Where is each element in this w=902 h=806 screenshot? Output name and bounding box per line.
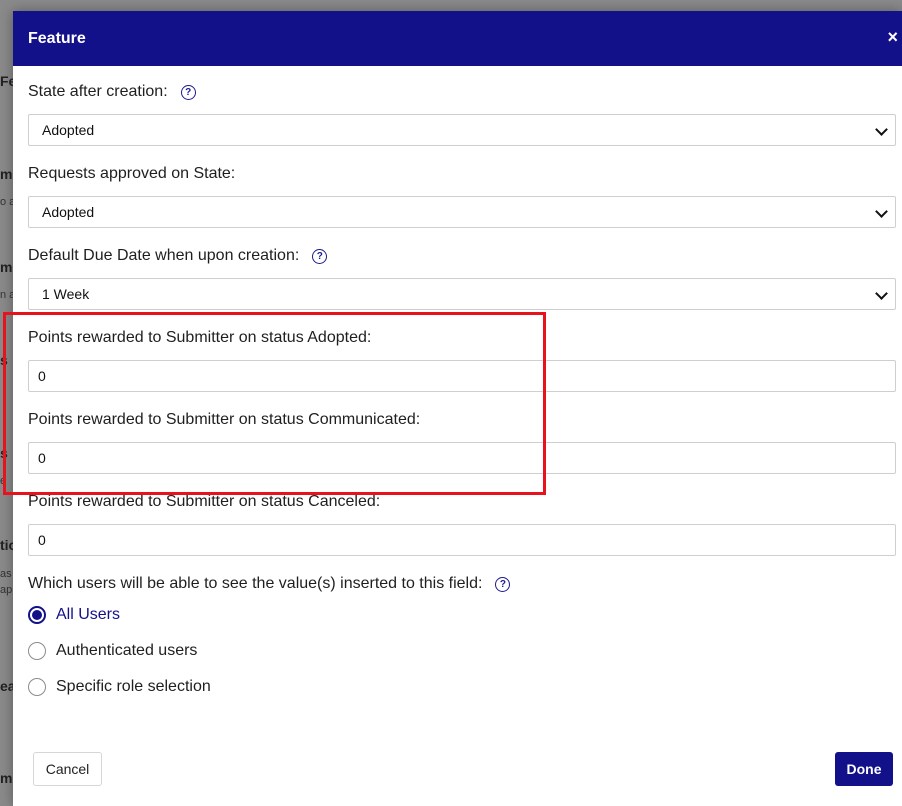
field-label-text: State after creation: (28, 83, 168, 100)
radio-label: Specific role selection (56, 678, 211, 695)
field-label-text: Points rewarded to Submitter on status A… (28, 329, 372, 346)
input-value: 0 (38, 368, 46, 384)
close-icon[interactable]: × (887, 26, 898, 48)
done-button[interactable]: Done (835, 752, 893, 786)
radio-button[interactable] (28, 678, 46, 696)
field-label-text: Default Due Date when upon creation: (28, 247, 300, 264)
requests-approved-select[interactable]: Adopted (28, 196, 896, 228)
radio-all-users[interactable]: All Users (28, 606, 120, 624)
state-after-creation-label: State after creation: ? (28, 83, 196, 101)
radio-button[interactable] (28, 642, 46, 660)
points-canceled-label: Points rewarded to Submitter on status C… (28, 493, 380, 511)
points-communicated-input[interactable]: 0 (28, 442, 896, 474)
select-value: 1 Week (42, 286, 90, 302)
radio-label: Authenticated users (56, 642, 198, 659)
default-due-date-label: Default Due Date when upon creation: ? (28, 247, 328, 265)
chevron-down-icon (875, 123, 888, 136)
state-after-creation-select[interactable]: Adopted (28, 114, 896, 146)
radio-specific-role[interactable]: Specific role selection (28, 678, 211, 696)
dialog-title: Feature (28, 29, 86, 47)
bg-text: m (0, 166, 13, 182)
input-value: 0 (38, 450, 46, 466)
radio-button[interactable] (28, 606, 46, 624)
bg-text: m (0, 770, 13, 786)
bg-text: s (0, 352, 8, 368)
feature-dialog: Feature × State after creation: ? Adopte… (13, 11, 902, 806)
points-communicated-label: Points rewarded to Submitter on status C… (28, 411, 420, 429)
input-value: 0 (38, 532, 46, 548)
chevron-down-icon (875, 287, 888, 300)
cancel-button[interactable]: Cancel (33, 752, 102, 786)
field-label-text: Points rewarded to Submitter on status C… (28, 411, 421, 428)
help-icon[interactable]: ? (312, 248, 328, 264)
select-value: Adopted (42, 204, 95, 220)
bg-text: s (0, 445, 8, 461)
requests-approved-label: Requests approved on State: (28, 165, 235, 183)
radio-label: All Users (56, 606, 121, 623)
default-due-date-select[interactable]: 1 Week (28, 278, 896, 310)
bg-text: e (0, 475, 7, 487)
field-label-text: Requests approved on State: (28, 165, 236, 182)
points-adopted-input[interactable]: 0 (28, 360, 896, 392)
field-label-text: Which users will be able to see the valu… (28, 575, 483, 592)
bg-text: as (0, 568, 12, 580)
chevron-down-icon (875, 205, 888, 218)
dialog-header: Feature × (13, 11, 902, 66)
visibility-label: Which users will be able to see the valu… (28, 575, 511, 593)
bg-text: m (0, 259, 13, 275)
points-canceled-input[interactable]: 0 (28, 524, 896, 556)
field-label-text: Points rewarded to Submitter on status C… (28, 493, 381, 510)
help-icon[interactable]: ? (495, 576, 511, 592)
select-value: Adopted (42, 122, 95, 138)
help-icon[interactable]: ? (180, 84, 196, 100)
points-adopted-label: Points rewarded to Submitter on status A… (28, 329, 371, 347)
radio-authenticated-users[interactable]: Authenticated users (28, 642, 197, 660)
